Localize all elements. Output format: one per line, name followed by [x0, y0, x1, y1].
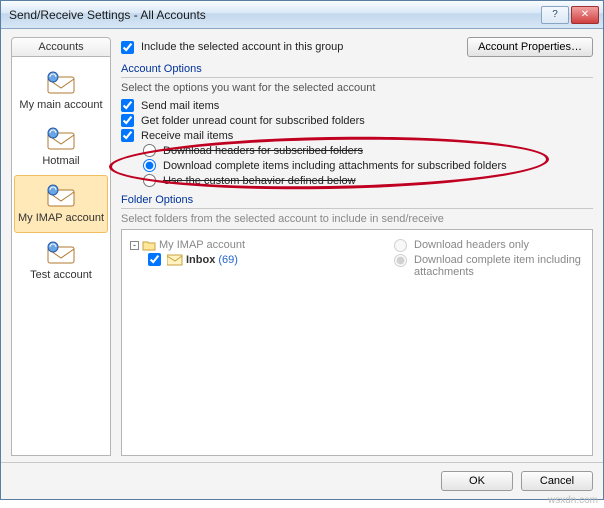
send-mail-checkbox[interactable]: Send mail items [121, 98, 593, 113]
tree-root[interactable]: - My IMAP account [130, 238, 384, 252]
account-item-imap[interactable]: My IMAP account [14, 175, 108, 233]
collapse-icon[interactable]: - [130, 241, 139, 250]
receive-mail-checkbox[interactable]: Receive mail items [121, 128, 593, 143]
account-options-desc: Select the options you want for the sele… [121, 82, 593, 94]
radio-custom-behavior[interactable]: Use the custom behavior defined below [143, 173, 593, 188]
account-label: My IMAP account [17, 212, 105, 224]
cancel-button[interactable]: Cancel [521, 471, 593, 491]
dialog-window: Send/Receive Settings - All Accounts ? ✕… [0, 0, 604, 500]
help-button[interactable]: ? [541, 6, 569, 24]
account-label: Test account [16, 269, 106, 281]
mail-folder-icon [167, 254, 183, 266]
tree-root-label: My IMAP account [159, 239, 245, 251]
inbox-checkbox[interactable] [148, 253, 161, 266]
sidebar: Accounts My main account Hotmail [11, 37, 111, 456]
folder-options-title: Folder Options [121, 194, 593, 209]
titlebar[interactable]: Send/Receive Settings - All Accounts ? ✕ [1, 1, 603, 29]
account-icon [44, 182, 78, 210]
account-label: Hotmail [16, 155, 106, 167]
folder-radio-headers: Download headers only [394, 238, 584, 253]
account-options-title: Account Options [121, 63, 593, 78]
ok-button[interactable]: OK [441, 471, 513, 491]
main-panel: Include the selected account in this gro… [121, 37, 593, 456]
radio-download-complete[interactable]: Download complete items including attach… [143, 158, 593, 173]
watermark: wsxdn.com [548, 495, 598, 506]
account-icon [44, 69, 78, 97]
close-button[interactable]: ✕ [571, 6, 599, 24]
folder-tree-panel: - My IMAP account Inbox [121, 229, 593, 456]
folder-radio-complete: Download complete item including attachm… [394, 253, 584, 279]
window-title: Send/Receive Settings - All Accounts [9, 8, 541, 22]
account-icon [44, 239, 78, 267]
account-label: My main account [16, 99, 106, 111]
include-account-input[interactable] [121, 41, 134, 54]
account-item-hotmail[interactable]: Hotmail [14, 119, 108, 175]
tree-inbox[interactable]: Inbox (69) [130, 252, 384, 267]
dialog-footer: OK Cancel [1, 462, 603, 499]
folder-options-desc: Select folders from the selected account… [121, 213, 593, 225]
sidebar-tab-accounts[interactable]: Accounts [11, 37, 111, 57]
inbox-count: (69) [218, 254, 238, 266]
folder-icon [142, 239, 156, 251]
account-item-main[interactable]: My main account [14, 63, 108, 119]
include-account-checkbox[interactable]: Include the selected account in this gro… [121, 40, 459, 55]
account-properties-button[interactable]: Account Properties… [467, 37, 593, 57]
account-icon [44, 125, 78, 153]
unread-count-checkbox[interactable]: Get folder unread count for subscribed f… [121, 113, 593, 128]
radio-download-headers[interactable]: Download headers for subscribed folders [143, 143, 593, 158]
include-account-label: Include the selected account in this gro… [141, 41, 343, 53]
inbox-label: Inbox [186, 254, 215, 266]
account-item-test[interactable]: Test account [14, 233, 108, 289]
